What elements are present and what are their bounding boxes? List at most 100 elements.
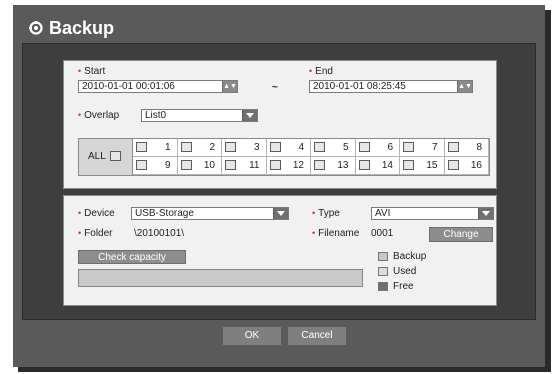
device-label-wrap: • Device	[78, 208, 115, 219]
start-label-wrap: • Start	[78, 66, 105, 77]
channel-number: 2	[209, 142, 215, 153]
channel-number: 6	[387, 142, 393, 153]
start-datetime-value: 2010-01-01 00:01:06	[82, 81, 175, 92]
filename-label: Filename	[318, 228, 360, 239]
channel-cell[interactable]: 16	[444, 157, 489, 175]
capacity-bar	[78, 269, 363, 287]
legend-swatch-used	[378, 267, 388, 276]
change-button[interactable]: Change	[429, 227, 493, 242]
channel-cell[interactable]: 15	[400, 157, 445, 175]
device-dropdown[interactable]: USB-Storage	[131, 207, 289, 220]
legend-label-free: Free	[393, 281, 414, 292]
channel-cell[interactable]: 13	[311, 157, 356, 175]
channel-number: 15	[426, 160, 438, 171]
filename-value: 0001	[371, 228, 394, 239]
chevron-down-icon[interactable]	[273, 208, 288, 219]
bullet-icon: •	[78, 66, 82, 76]
overlap-dropdown[interactable]: List0	[141, 109, 258, 122]
channel-cell[interactable]: 3	[222, 139, 267, 157]
dialog-shadow-bottom	[18, 367, 551, 372]
channel-cell[interactable]: 5	[311, 139, 356, 157]
channel-cell[interactable]: 8	[444, 139, 489, 157]
channel-number: 8	[476, 142, 482, 153]
channel-cell[interactable]: 6	[355, 139, 400, 157]
legend-label-backup: Backup	[393, 251, 427, 262]
overlap-label-wrap: • Overlap	[78, 110, 119, 121]
channel-checkbox[interactable]	[225, 142, 236, 152]
overlap-value: List0	[145, 110, 167, 121]
channel-number: 5	[342, 142, 349, 153]
channel-checkbox[interactable]	[314, 160, 325, 170]
channel-number: 12	[292, 160, 304, 171]
folder-label: Folder	[84, 228, 113, 239]
check-capacity-button[interactable]: Check capacity	[78, 250, 186, 264]
end-spinner-icon[interactable]: ▲▼	[457, 81, 472, 92]
channel-checkbox[interactable]	[225, 160, 236, 170]
bullet-icon: •	[78, 110, 82, 120]
channel-checkbox[interactable]	[269, 160, 281, 170]
channel-cell[interactable]: 1	[133, 139, 178, 157]
bullet-icon: •	[78, 228, 82, 238]
type-dropdown[interactable]: AVI	[371, 207, 494, 220]
channel-number: 16	[470, 160, 482, 171]
channel-number: 1	[164, 142, 171, 153]
channel-checkbox[interactable]	[447, 160, 459, 170]
channel-number: 14	[381, 160, 393, 171]
channel-number: 10	[203, 160, 215, 171]
dialog-title-bar: Backup	[29, 9, 114, 47]
channel-cell[interactable]: 9	[133, 157, 178, 175]
filename-label-wrap: • Filename	[312, 228, 359, 239]
start-spinner-icon[interactable]: ▲▼	[222, 81, 237, 92]
channel-checkbox[interactable]	[136, 160, 147, 170]
channel-number: 4	[298, 142, 304, 153]
channel-checkbox[interactable]	[403, 142, 414, 152]
channel-number: 9	[164, 160, 171, 171]
channel-cell[interactable]: 4	[266, 139, 311, 157]
cancel-button[interactable]: Cancel	[287, 326, 347, 346]
range-separator: ~	[272, 82, 278, 93]
channel-cell[interactable]: 2	[177, 139, 222, 157]
channel-grid: ALL 12345678 9 10 11 12 13 14 15 16	[78, 138, 490, 176]
channel-cell[interactable]: 11	[222, 157, 267, 175]
channel-checkbox[interactable]	[314, 142, 325, 152]
folder-value: \20100101\	[134, 228, 185, 239]
channel-cell[interactable]: 12	[266, 157, 311, 175]
bullet-icon: •	[312, 208, 316, 218]
dialog-shadow-right	[545, 10, 551, 368]
channel-cell[interactable]: 10	[177, 157, 222, 175]
channel-checkbox[interactable]	[358, 142, 370, 152]
channel-checkbox[interactable]	[269, 142, 281, 152]
start-datetime-field[interactable]: 2010-01-01 00:01:06 ▲▼	[78, 80, 238, 93]
chevron-down-icon[interactable]	[478, 208, 493, 219]
channel-all-checkbox[interactable]	[110, 151, 121, 161]
bullet-icon: •	[312, 228, 316, 238]
backup-gear-icon	[29, 21, 43, 35]
overlap-label: Overlap	[84, 110, 120, 121]
dialog-title: Backup	[49, 17, 115, 38]
device-value: USB-Storage	[135, 208, 194, 219]
start-label: Start	[84, 66, 106, 77]
channel-number: 7	[431, 142, 438, 153]
type-value: AVI	[375, 208, 391, 219]
channel-cell[interactable]: 14	[355, 157, 400, 175]
channel-checkbox[interactable]	[447, 142, 459, 152]
channel-all-cell: ALL	[79, 139, 133, 175]
channel-all-label: ALL	[88, 151, 106, 162]
ok-button[interactable]: OK	[222, 326, 282, 346]
end-datetime-field[interactable]: 2010-01-01 08:25:45 ▲▼	[309, 80, 473, 93]
end-label-wrap: • End	[309, 66, 333, 77]
chevron-down-icon[interactable]	[242, 110, 257, 121]
legend-label-used: Used	[393, 266, 417, 277]
channel-number: 3	[253, 142, 260, 153]
channel-checkbox[interactable]	[180, 142, 192, 152]
folder-label-wrap: • Folder	[78, 228, 113, 239]
channel-cell[interactable]: 7	[400, 139, 445, 157]
channel-checkbox[interactable]	[403, 160, 414, 170]
channel-number: 11	[249, 160, 260, 171]
legend-swatch-free	[378, 282, 388, 291]
channel-checkbox[interactable]	[180, 160, 192, 170]
channel-checkbox[interactable]	[136, 142, 147, 152]
type-label: Type	[318, 208, 340, 219]
end-label: End	[315, 66, 333, 77]
channel-checkbox[interactable]	[358, 160, 370, 170]
